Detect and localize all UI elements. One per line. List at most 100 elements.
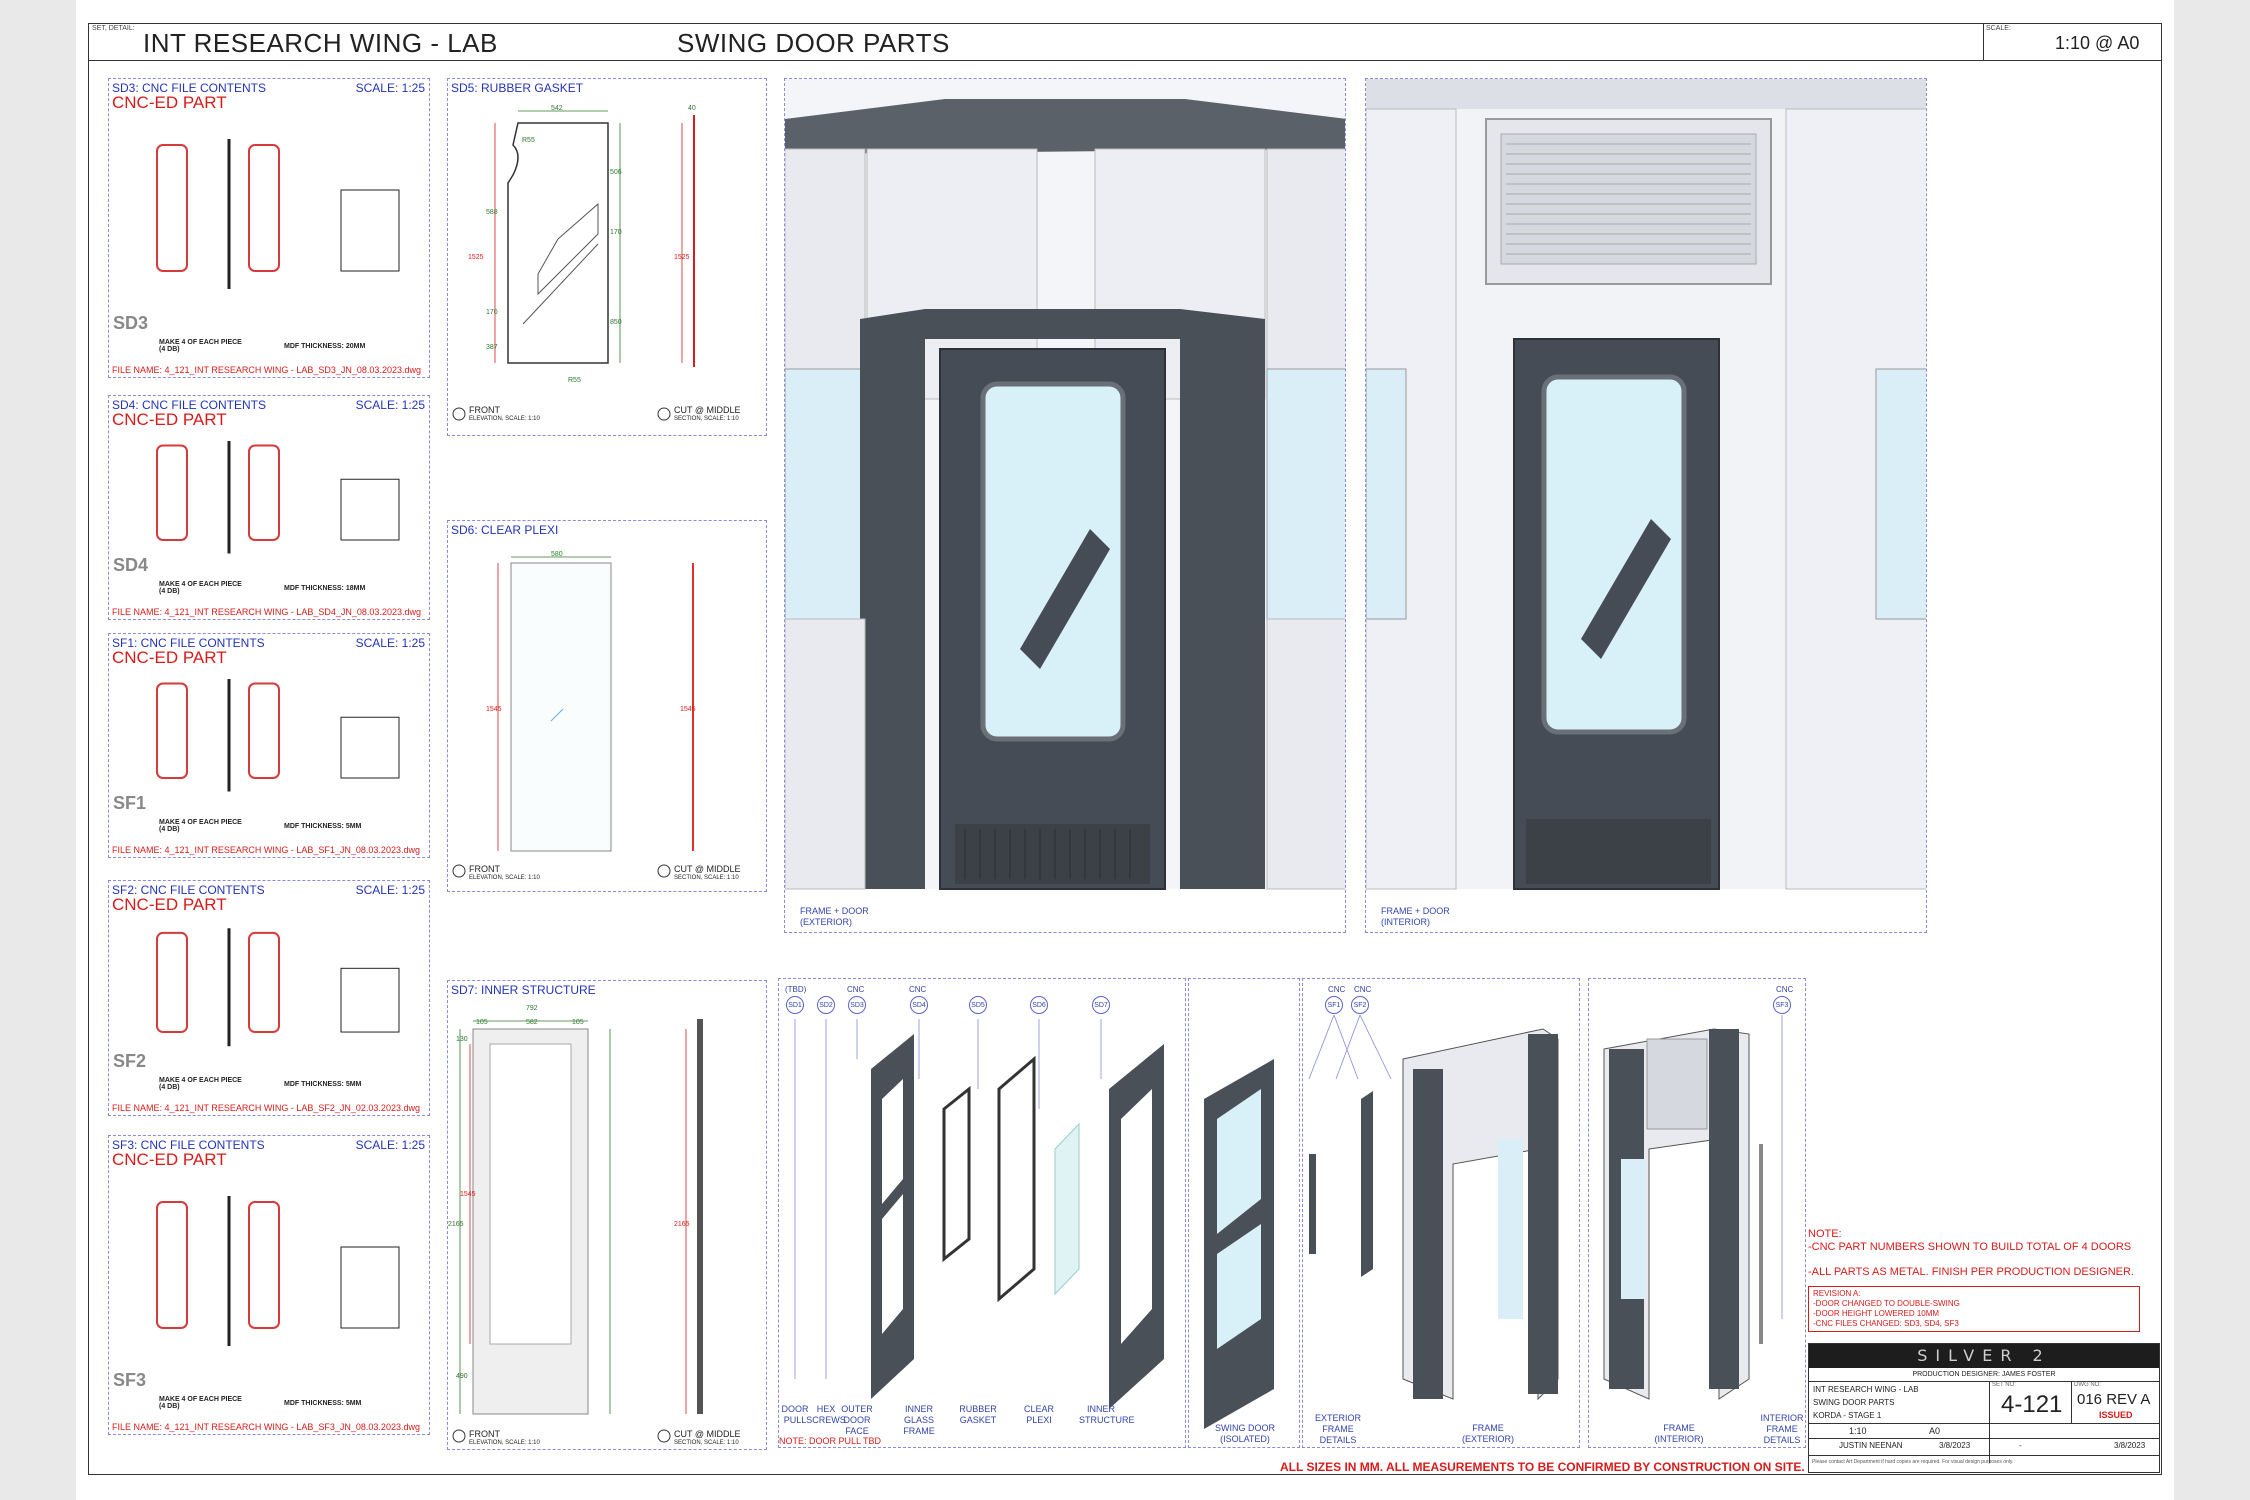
sd5-dim: 170 [486,309,498,316]
dwg-no-label: DWG NO: [2074,1382,2101,1388]
tb-scale: 1:10 [1849,1426,1867,1436]
frame-interior-panel: CNC SF3 FRAME (INTERIOR) INTERIOR FRAME … [1588,978,1806,1448]
cnc-file-name: FILE NAME: 4_121_INT RESEARCH WING - LAB… [112,1422,420,1432]
part-balloon: SD1 [786,996,804,1014]
cnc-make-count: MAKE 4 OF EACH PIECE (4 DB) [159,1077,242,1091]
cnc-mdf-thickness: MDF THICKNESS: 20MM [284,343,366,350]
frame-interior-drawing [1603,1015,1783,1400]
sd7-dim: 792 [526,1005,538,1012]
cnc-part-drawing [156,928,400,1047]
sd5-dim: 387 [486,344,498,351]
cnc-part-drawing [156,139,400,289]
sd5-drawing [452,110,695,421]
interior-render-panel: FRAME + DOOR (INTERIOR) [1365,78,1927,933]
part-tag: CNC [909,985,927,994]
part-balloon: SD3 [848,996,866,1014]
tb-date-drawn: 3/8/2023 [1939,1441,1971,1450]
sd6-front-label: FRONT [469,864,500,874]
cnc-part-drawing [156,441,400,554]
sd5-dim: 1525 [674,254,690,261]
sd5-dim: 850 [610,319,622,326]
cnc-file-name: FILE NAME: 4_121_INT RESEARCH WING - LAB… [112,607,421,617]
sd7-front-sub: ELEVATION, SCALE: 1:10 [469,1440,540,1446]
production-designer: PRODUCTION DESIGNER: JAMES FOSTER [1912,1371,2056,1378]
exterior-render-panel: FRAME + DOOR (EXTERIOR) [784,78,1346,933]
sd5-cut-sub: SECTION, SCALE: 1:10 [674,416,739,422]
cnc-panel-sf3: SF3: CNC FILE CONTENTS SCALE: 1:25 CNC-ED … [108,1135,430,1435]
tb-divider [1809,1455,2159,1456]
header-divider [88,60,2162,61]
exploded-door-drawing [794,1019,1164,1409]
cnc-file-name: FILE NAME: 4_121_INT RESEARCH WING - LAB… [112,365,421,375]
sd6-panel: SD6: CLEAR PLEXI 580 1545 1545 FRONT ELE… [447,520,767,892]
tb-divider [1809,1423,2159,1424]
sd7-dim: 105 [572,1019,584,1026]
header-scale-divider [1983,23,1984,60]
sd7-panel: SD7: INNER STRUCTURE 792 105 582 105 130… [447,980,767,1450]
sd7-dim: 490 [456,1373,468,1380]
sd6-cut-label: CUT @ MIDDLE [674,864,741,874]
part-caption: OUTER DOOR FACE [841,1404,873,1436]
part-balloon: SD5 [969,996,987,1014]
cnc-make-count: MAKE 4 OF EACH PIECE (4 DB) [159,581,242,595]
tb-divider [1809,1381,2159,1382]
cnc-panel-sf2: SF2: CNC FILE CONTENTS SCALE: 1:25 CNC-ED … [108,880,430,1116]
part-balloon: SD2 [817,996,835,1014]
cnc-mdf-thickness: MDF THICKNESS: 5MM [284,1400,362,1407]
cnc-panel-sd3: SD3: CNC FILE CONTENTS SCALE: 1:25 CNC-ED … [108,78,430,378]
sd5-dim: 506 [610,169,622,176]
cnc-panel-sd4: SD4: CNC FILE CONTENTS SCALE: 1:25 CNC-ED … [108,395,430,620]
sd7-dim: 2165 [448,1221,464,1228]
sd7-dim: 1545 [460,1191,476,1198]
tb-date-issued: 3/8/2023 [2114,1441,2146,1450]
cnc-panel-sf1: SF1: CNC FILE CONTENTS SCALE: 1:25 CNC-ED … [108,633,430,858]
door-pull-note: NOTE: DOOR PULL TBD [779,1436,882,1446]
sd5-dim: 542 [551,105,563,112]
revision-box: REVISION A: -DOOR CHANGED TO DOUBLE-SWIN… [1808,1286,2140,1332]
notes-line-2: -ALL PARTS AS METAL. FINISH PER PRODUCTI… [1808,1266,2134,1278]
set-no-label: SET NO: [1992,1382,2016,1388]
revision-line: -CNC FILES CHANGED: SD3, SD4, SF3 [1813,1319,1959,1328]
part-balloon: SD4 [910,996,928,1014]
tb-footer: Please contact Art Department if hard co… [1812,1459,2014,1465]
notes-line-1: -CNC PART NUMBERS SHOWN TO BUILD TOTAL O… [1808,1241,2132,1253]
scale-value: 1:10 @ A0 [2055,33,2140,53]
cnc-file-name: FILE NAME: 4_121_INT RESEARCH WING - LAB… [112,845,420,855]
part-caption: INNER GLASS FRAME [903,1404,935,1436]
exterior-render-caption: FRAME + DOOR (EXTERIOR) [800,906,869,927]
sd5-front-label: FRONT [469,405,500,415]
notes-heading: NOTE: [1808,1228,1842,1240]
cnc-mdf-thickness: MDF THICKNESS: 5MM [284,823,362,830]
tb-vdivider [2071,1381,2072,1423]
cnc-part-drawing [156,1196,400,1346]
part-caption: RUBBER GASKET [959,1404,997,1425]
part-tag: CNC [847,985,865,994]
cnc-make-count: MAKE 4 OF EACH PIECE (4 DB) [159,1396,242,1410]
cnc-part-code: SF3 [113,1370,147,1390]
isolated-door-caption: SWING DOOR (ISOLATED) [1215,1423,1275,1444]
tb-divider [1809,1438,2159,1439]
sd7-dim: 2165 [674,1221,690,1228]
interior-frame-detail-caption: INTERIOR FRAME DETAILS [1760,1413,1804,1445]
exploded-door-panel: (TBD) SD1 DOOR PULL SD2 HEX SCREWS CNC SD3 OUTE… [778,978,1186,1448]
tb-drawn-by: JUSTIN NEENAN [1839,1441,1903,1450]
frame-exterior-caption: FRAME (EXTERIOR) [1461,1423,1514,1444]
status-badge: ISSUED [2099,1410,2133,1420]
cnc-part-code: SF2 [113,1051,147,1071]
part-caption: INNER STRUCTURE [1079,1404,1135,1425]
tb-detail: SWING DOOR PARTS [1813,1398,1895,1407]
frame-exterior-panel: CNC CNC SF1 SF2 EXTERIOR FRAME DETAILS F… [1302,978,1580,1448]
sd5-dim: 40 [688,105,696,112]
cnc-part-code: SD3 [113,313,149,333]
drawing-title: SWING DOOR PARTS [677,28,950,58]
isolated-door-drawing [1204,1059,1274,1429]
part-balloon: SD7 [1092,996,1110,1014]
tb-vdivider [1989,1381,1990,1463]
sd7-dim: 105 [476,1019,488,1026]
sd6-dim: 1545 [680,706,696,713]
set-number: 4-121 [2001,1391,2063,1418]
tb-set: INT RESEARCH WING - LAB [1813,1385,1919,1394]
sd6-dim: 580 [551,551,563,558]
sd5-dim: 1525 [468,254,484,261]
frame-interior-caption: FRAME (INTERIOR) [1654,1423,1704,1444]
